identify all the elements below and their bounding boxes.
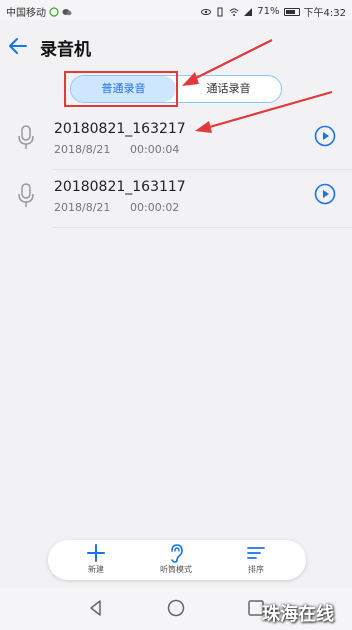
recording-duration: 00:00:02 [130, 201, 180, 214]
page-title: 录音机 [40, 40, 91, 60]
app-notification-icon [49, 6, 59, 17]
microphone-icon [18, 183, 34, 207]
recording-name: 20180821_163117 [54, 179, 186, 195]
sort-label: 排序 [248, 565, 264, 574]
play-icon[interactable] [314, 183, 336, 205]
status-bar: 中国移动 71% 下午4:32 [0, 0, 352, 20]
play-icon[interactable] [314, 125, 336, 147]
app-bar: 录音机 [0, 24, 352, 68]
earpiece-mode-button[interactable]: 听筒模式 [146, 543, 206, 579]
list-item[interactable]: 20180821_163117 2018/8/21 00:00:02 [0, 170, 352, 228]
sort-icon [247, 547, 265, 559]
new-recording-button[interactable]: 新建 [66, 543, 126, 579]
sort-button[interactable]: 排序 [226, 543, 286, 579]
annotation-highlight-box [64, 71, 178, 107]
status-bar-left: 中国移动 [6, 4, 72, 19]
battery-icon [283, 7, 300, 16]
plus-icon [87, 544, 105, 562]
recording-name: 20180821_163217 [54, 121, 186, 137]
wifi-icon [229, 8, 239, 16]
vibrate-icon [217, 7, 223, 16]
chat-icon [62, 8, 72, 15]
watermark: 珠海在线 [262, 604, 334, 625]
carrier-label: 中国移动 [6, 8, 46, 19]
recording-date: 2018/8/21 [54, 143, 111, 156]
nav-home-icon[interactable] [166, 598, 186, 618]
recording-duration: 00:00:04 [130, 143, 180, 156]
tab-call-recording[interactable]: 通话录音 [176, 76, 281, 102]
bottom-action-bar: 新建 听筒模式 排序 [48, 540, 306, 580]
ear-icon [171, 544, 183, 563]
earpiece-mode-label: 听筒模式 [160, 565, 192, 574]
battery-percent: 71% [257, 6, 280, 17]
list-item[interactable]: 20180821_163217 2018/8/21 00:00:04 [0, 112, 352, 170]
microphone-icon [18, 125, 34, 149]
new-recording-label: 新建 [88, 565, 104, 574]
divider [52, 227, 352, 228]
status-bar-right: 71% 下午4:32 [201, 4, 346, 19]
recording-date: 2018/8/21 [54, 201, 111, 214]
signal-icon [244, 7, 253, 16]
clock: 下午4:32 [303, 8, 346, 19]
back-arrow-icon[interactable] [6, 34, 30, 58]
eye-comfort-icon [201, 8, 212, 15]
nav-back-icon[interactable] [86, 598, 106, 618]
